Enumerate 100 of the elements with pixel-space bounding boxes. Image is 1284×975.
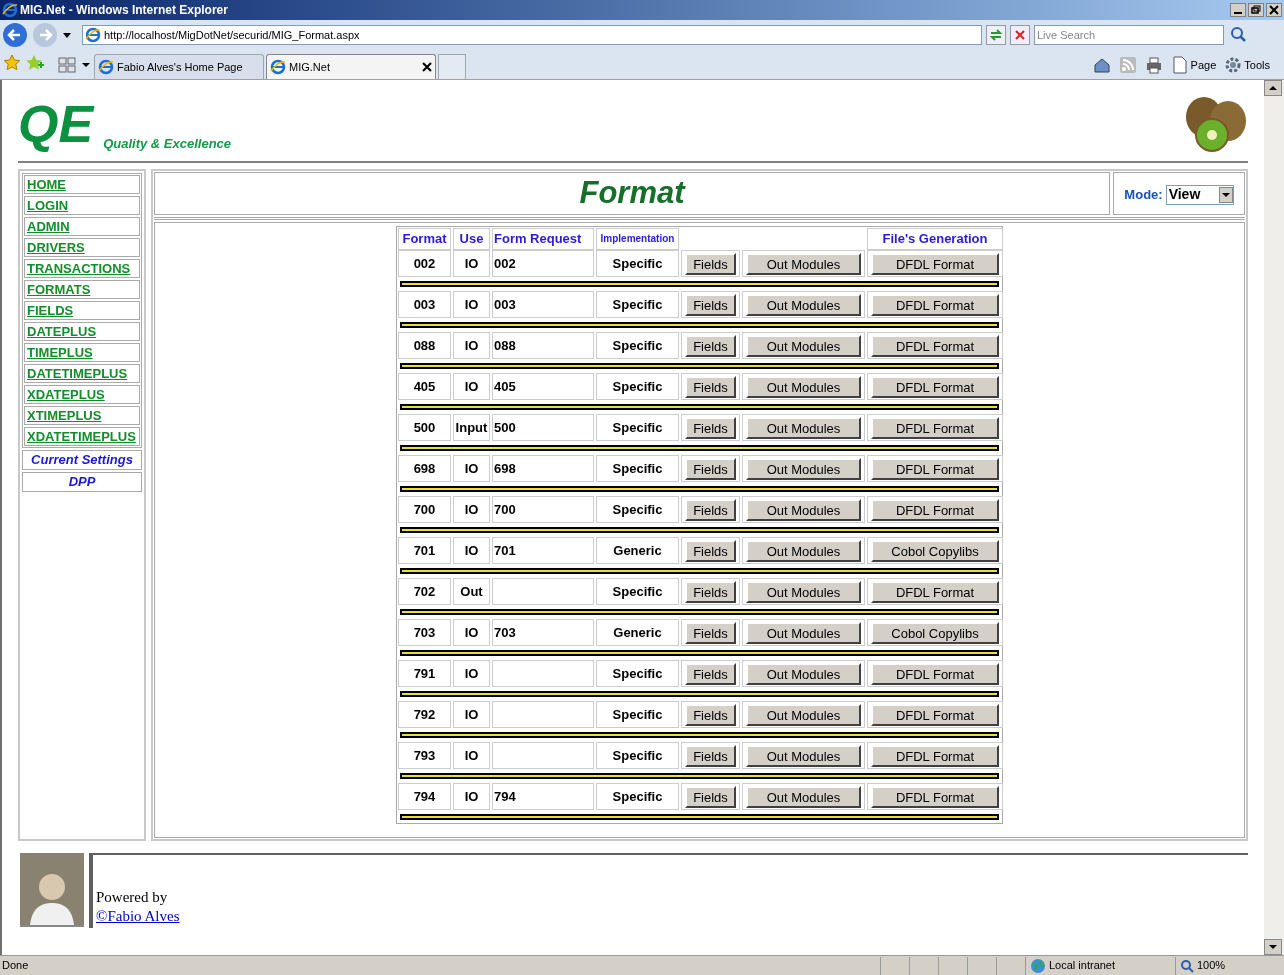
logo: QE [18,95,96,153]
fields-button[interactable]: Fields [685,252,736,275]
out-modules-button[interactable]: Out Modules [746,744,861,767]
out-modules-button[interactable]: Out Modules [746,580,861,603]
fields-button[interactable]: Fields [685,498,736,521]
out-modules-button[interactable]: Out Modules [746,293,861,316]
nav-link[interactable]: TIMEPLUS [24,343,140,362]
out-modules-button[interactable]: Out Modules [746,498,861,521]
out-modules-button[interactable]: Out Modules [746,457,861,480]
generation-button[interactable]: DFDL Format [871,416,999,439]
settings-link[interactable]: Current Settings [22,450,142,470]
table-cell: 500 [492,414,594,442]
nav-link[interactable]: DATEPLUS [24,322,140,341]
table-cell: 701 [398,537,451,565]
home-icon [1092,56,1111,74]
nav-link[interactable]: FORMATS [24,280,140,299]
fields-button[interactable]: Fields [685,416,736,439]
fields-button[interactable]: Fields [685,457,736,480]
nav-link[interactable]: HOME [24,175,140,194]
scroll-up-icon [1264,80,1282,96]
table-cell: 793 [398,742,451,770]
table-cell: IO [453,291,490,319]
mode-select[interactable]: View [1165,184,1234,205]
nav-link[interactable]: DRIVERS [24,238,140,257]
fields-button[interactable]: Fields [685,334,736,357]
table-cell: Specific [596,332,679,360]
ie-page-icon [85,27,101,43]
out-modules-button[interactable]: Out Modules [746,785,861,808]
table-cell: 701 [492,537,594,565]
browser-tab[interactable]: MIG.Net [266,54,436,79]
dropdown-icon [62,30,72,40]
column-header: Use [453,228,490,250]
generation-button[interactable]: DFDL Format [871,703,999,726]
out-modules-button[interactable]: Out Modules [746,416,861,439]
nav-link[interactable]: XTIMEPLUS [24,406,140,425]
generation-button[interactable]: DFDL Format [871,293,999,316]
toolbar-menu-button[interactable]: Tools [1224,56,1270,74]
nav-link[interactable]: ADMIN [24,217,140,236]
nav-link[interactable]: XDATETIMEPLUS [24,427,140,446]
close-icon [422,62,432,72]
table-cell: Specific [596,578,679,606]
fields-button[interactable]: Fields [685,703,736,726]
fields-button[interactable]: Fields [685,744,736,767]
table-cell: IO [453,742,490,770]
generation-button[interactable]: DFDL Format [871,498,999,521]
generation-button[interactable]: DFDL Format [871,457,999,480]
table-cell: 003 [398,291,451,319]
table-cell: Specific [596,414,679,442]
fields-button[interactable]: Fields [685,662,736,685]
security-zone-text: Local intranet [1049,958,1116,974]
nav-link[interactable]: DATETIMEPLUS [24,364,140,383]
search-field[interactable]: Live Search [1034,25,1224,45]
nav-link[interactable]: TRANSACTIONS [24,259,140,278]
out-modules-button[interactable]: Out Modules [746,334,861,357]
out-modules-button[interactable]: Out Modules [746,621,861,644]
generation-button[interactable]: DFDL Format [871,252,999,275]
table-cell: 791 [398,660,451,688]
column-header: File's Generation [867,228,1003,250]
table-cell: Input [453,414,490,442]
generation-button[interactable]: DFDL Format [871,334,999,357]
fields-button[interactable]: Fields [685,580,736,603]
fields-button[interactable]: Fields [685,375,736,398]
globe-icon [1030,957,1046,974]
out-modules-button[interactable]: Out Modules [746,662,861,685]
out-modules-button[interactable]: Out Modules [746,252,861,275]
generation-button[interactable]: DFDL Format [871,662,999,685]
fields-button[interactable]: Fields [685,293,736,316]
fields-button[interactable]: Fields [685,621,736,644]
table-cell: IO [453,701,490,729]
nav-link[interactable]: XDATEPLUS [24,385,140,404]
generation-button[interactable]: DFDL Format [871,580,999,603]
generation-button[interactable]: Cobol Copylibs [871,621,999,644]
zoom-button[interactable]: 100% [1175,956,1226,975]
generation-button[interactable]: DFDL Format [871,375,999,398]
nav-link[interactable]: LOGIN [24,196,140,215]
generation-button[interactable]: Cobol Copylibs [871,539,999,562]
generation-button[interactable]: DFDL Format [871,744,999,767]
table-cell: Out [453,578,490,606]
out-modules-button[interactable]: Out Modules [746,539,861,562]
toolbar-menu-button[interactable]: Page [1170,56,1217,74]
generation-button[interactable]: DFDL Format [871,785,999,808]
table-cell: IO [453,537,490,565]
nav-link[interactable]: FIELDS [24,301,140,320]
address-field[interactable]: http://localhost/MigDotNet/securid/MIG_Format.aspx [82,25,982,45]
settings-link[interactable]: DPP [22,472,142,492]
close-button[interactable] [1266,3,1282,17]
out-modules-button[interactable]: Out Modules [746,703,861,726]
fields-button[interactable]: Fields [685,539,736,562]
out-modules-button[interactable]: Out Modules [746,375,861,398]
fields-button[interactable]: Fields [685,785,736,808]
page-icon [1170,56,1189,74]
author-link[interactable]: ©Fabio Alves [96,907,1248,926]
refresh-icon [986,25,1006,45]
minimize-button[interactable] [1230,3,1246,17]
table-cell: 698 [492,455,594,483]
browser-tab[interactable]: Fabio Alves's Home Page [94,54,264,79]
column-header: Form Request [492,228,594,250]
restore-button[interactable] [1248,3,1264,17]
scrollbar[interactable] [1264,80,1284,955]
table-cell: IO [453,332,490,360]
